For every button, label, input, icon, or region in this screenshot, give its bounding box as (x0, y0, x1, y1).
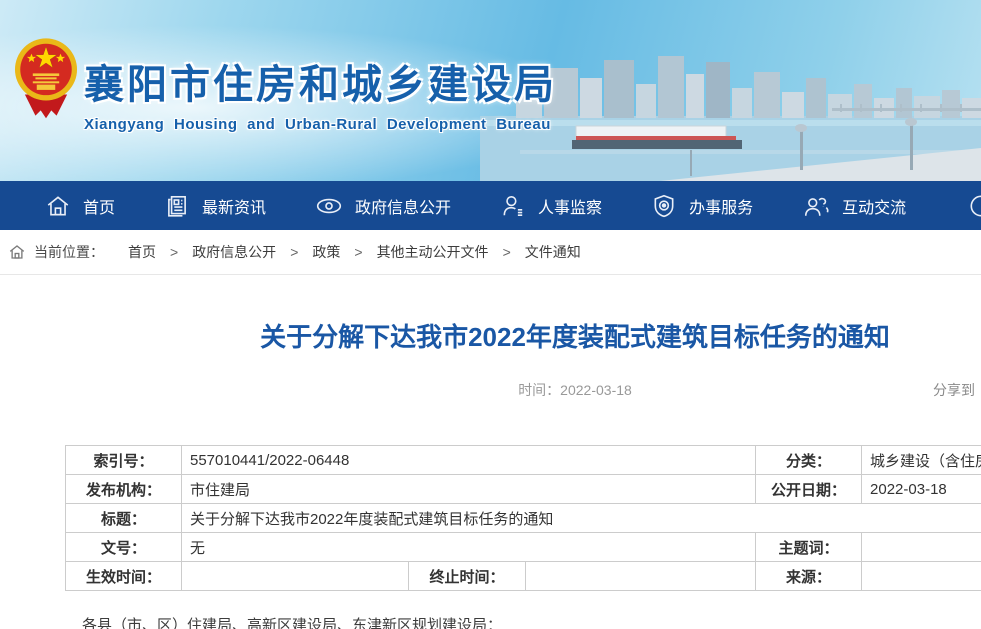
breadcrumb-separator: > (290, 244, 298, 260)
article-title: 关于分解下达我市2022年度装配式建筑目标任务的通知 (65, 317, 981, 354)
breadcrumb-item-home[interactable]: 首页 (128, 242, 156, 262)
table-row: 标题： 关于分解下达我市2022年度装配式建筑目标任务的通知 (66, 504, 981, 533)
pubdate-value: 2022-03-18 (862, 475, 981, 504)
breadcrumb-item-policy[interactable]: 政策 (312, 242, 340, 262)
keywords-label: 主题词： (756, 533, 862, 562)
expiry-value (526, 562, 756, 591)
breadcrumb-separator: > (503, 244, 511, 260)
nav-item-label: 政府信息公开 (355, 194, 451, 218)
site-title: 襄阳市住房和城乡建设局 (84, 52, 557, 110)
breadcrumb-item-gov-info[interactable]: 政府信息公开 (192, 242, 276, 262)
table-row: 生效时间： 终止时间： 来源： (66, 562, 981, 591)
title-value: 关于分解下达我市2022年度装配式建筑目标任务的通知 (182, 504, 981, 533)
article-body-first-line: 各县（市、区）住建局、高新区建设局、东津新区规划建设局： (65, 614, 981, 629)
category-value: 城乡建设（含住房） (862, 446, 981, 475)
person-icon (500, 193, 526, 219)
source-label: 来源： (756, 562, 862, 591)
breadcrumb-separator: > (170, 244, 178, 260)
nav-item-home[interactable]: 首页 (45, 193, 115, 219)
nav-item-personnel[interactable]: 人事监察 (500, 193, 602, 219)
document-meta-table: 索引号： 557010441/2022-06448 分类： 城乡建设（含住房） … (65, 445, 981, 591)
table-row: 发布机构： 市住建局 公开日期： 2022-03-18 (66, 475, 981, 504)
people-chat-icon (802, 193, 830, 219)
nav-item-label: 最新资讯 (202, 194, 266, 218)
nav-item-services[interactable]: 办事服务 (651, 193, 753, 219)
nav-item-label: 人事监察 (538, 194, 602, 218)
category-label: 分类： (756, 446, 862, 475)
breadcrumb-item-doc-notice[interactable]: 文件通知 (525, 242, 581, 262)
site-subtitle-english: Xiangyang Housing and Urban-Rural Develo… (84, 116, 557, 133)
breadcrumb-separator: > (354, 244, 362, 260)
partial-circle-icon (967, 193, 981, 219)
publisher-label: 发布机构： (66, 475, 182, 504)
docno-label: 文号： (66, 533, 182, 562)
table-row: 文号： 无 主题词： (66, 533, 981, 562)
table-row: 索引号： 557010441/2022-06448 分类： 城乡建设（含住房） (66, 446, 981, 475)
index-value: 557010441/2022-06448 (182, 446, 756, 475)
title-label: 标题： (66, 504, 182, 533)
pubdate-label: 公开日期： (756, 475, 862, 504)
eye-icon (315, 193, 343, 219)
nav-item-label: 办事服务 (689, 194, 753, 218)
docno-value: 无 (182, 533, 756, 562)
breadcrumb-item-other-public-docs[interactable]: 其他主动公开文件 (377, 242, 489, 262)
index-label: 索引号： (66, 446, 182, 475)
effective-label: 生效时间： (66, 562, 182, 591)
source-value (862, 562, 981, 591)
shield-icon (651, 193, 677, 219)
article-meta-line: 时间：2022-03-18 分享到 (65, 380, 981, 398)
header-banner: 襄阳市住房和城乡建设局 Xiangyang Housing and Urban-… (0, 0, 981, 181)
home-icon (8, 243, 26, 261)
nav-item-gov-info[interactable]: 政府信息公开 (315, 193, 451, 219)
breadcrumb: 当前位置： 首页 > 政府信息公开 > 政策 > 其他主动公开文件 > 文件通知 (0, 230, 981, 275)
nav-item-news[interactable]: 最新资讯 (164, 193, 266, 219)
news-icon (164, 193, 190, 219)
publisher-value: 市住建局 (182, 475, 756, 504)
nav-item-label: 互动交流 (842, 194, 906, 218)
main-nav: 首页 最新资讯 政府信息公开 人事监察 办事服务 互动交流 (0, 181, 981, 230)
keywords-value (862, 533, 981, 562)
share-button[interactable]: 分享到 (933, 380, 975, 400)
expiry-label: 终止时间： (409, 562, 526, 591)
effective-value (182, 562, 409, 591)
breadcrumb-prefix: 当前位置： (34, 242, 104, 262)
article-date: 时间：2022-03-18 (518, 382, 632, 398)
article-content: 关于分解下达我市2022年度装配式建筑目标任务的通知 时间：2022-03-18… (65, 317, 981, 629)
national-emblem-icon (13, 36, 79, 124)
nav-item-label: 首页 (83, 194, 115, 218)
nav-item-interaction[interactable]: 互动交流 (802, 193, 906, 219)
home-icon (45, 193, 71, 219)
